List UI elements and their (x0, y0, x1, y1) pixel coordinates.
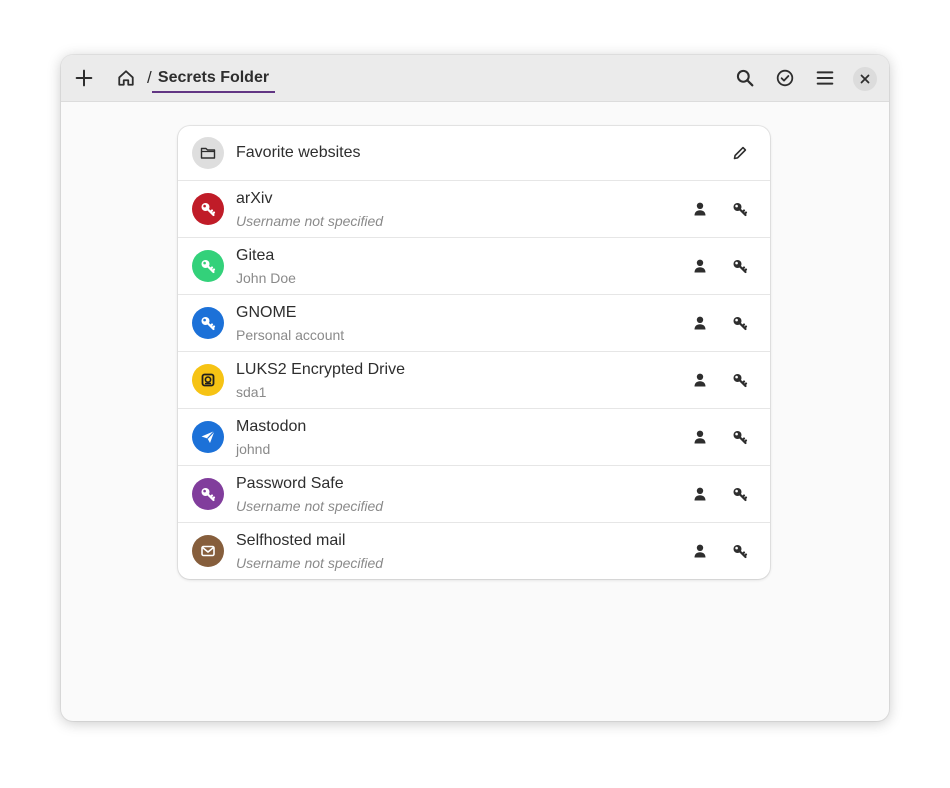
key-icon (201, 317, 216, 331)
close-window-button[interactable] (853, 67, 877, 91)
folder-row[interactable]: Favorite websites (178, 126, 770, 181)
selection-mode-button[interactable] (769, 62, 801, 94)
entry-avatar (192, 364, 224, 396)
copy-password-button[interactable] (728, 311, 752, 335)
entry-avatar (192, 193, 224, 225)
copy-username-button[interactable] (688, 482, 712, 506)
entry-title: arXiv (236, 190, 273, 207)
copy-password-button[interactable] (728, 425, 752, 449)
key-icon (733, 203, 748, 217)
person-icon (694, 373, 706, 387)
entry-title: Gitea (236, 247, 275, 264)
entry-subtitle: Personal account (236, 327, 345, 343)
pencil-icon (733, 146, 747, 160)
entry-row[interactable]: arXiv Username not specified (178, 181, 770, 238)
copy-username-button[interactable] (688, 425, 712, 449)
app-window: / Secrets Folder Favorite websites arXiv… (61, 55, 889, 721)
entry-row[interactable]: Mastodon johnd (178, 409, 770, 466)
person-icon (694, 544, 706, 558)
entry-title: Password Safe (236, 475, 344, 492)
entry-subtitle: Username not specified (236, 555, 384, 571)
person-icon (694, 316, 706, 330)
main-menu-button[interactable] (809, 62, 841, 94)
key-icon (201, 488, 216, 502)
key-icon (733, 317, 748, 331)
entry-row[interactable]: Selfhosted mail Username not specified (178, 523, 770, 579)
copy-username-button[interactable] (688, 311, 712, 335)
edit-folder-button[interactable] (728, 141, 752, 165)
key-icon (733, 431, 748, 445)
home-button[interactable] (110, 62, 142, 94)
header-bar: / Secrets Folder (61, 55, 889, 102)
copy-password-button[interactable] (728, 539, 752, 563)
entry-subtitle: Username not specified (236, 498, 384, 514)
entry-avatar (192, 421, 224, 453)
entry-title: GNOME (236, 304, 297, 321)
entry-avatar (192, 307, 224, 339)
person-icon (694, 259, 706, 273)
entry-row[interactable]: Gitea John Doe (178, 238, 770, 295)
send-icon (201, 430, 215, 443)
copy-password-button[interactable] (728, 197, 752, 221)
entry-row[interactable]: LUKS2 Encrypted Drive sda1 (178, 352, 770, 409)
entry-title: LUKS2 Encrypted Drive (236, 361, 405, 378)
person-icon (694, 487, 706, 501)
entry-avatar (192, 535, 224, 567)
folder-icon (200, 147, 216, 159)
entry-subtitle: sda1 (236, 384, 267, 400)
entry-row[interactable]: Password Safe Username not specified (178, 466, 770, 523)
mail-icon (201, 545, 215, 557)
search-icon (736, 69, 754, 87)
entry-title: Mastodon (236, 418, 307, 435)
person-icon (694, 430, 706, 444)
person-icon (694, 202, 706, 216)
plus-icon (75, 69, 93, 87)
check-circle-icon (776, 69, 794, 87)
copy-username-button[interactable] (688, 254, 712, 278)
copy-password-button[interactable] (728, 482, 752, 506)
folder-avatar (192, 137, 224, 169)
key-icon (201, 203, 216, 217)
entry-avatar (192, 478, 224, 510)
search-button[interactable] (729, 62, 761, 94)
key-icon (733, 374, 748, 388)
entry-subtitle: John Doe (236, 270, 296, 286)
entry-avatar (192, 250, 224, 282)
entry-row[interactable]: GNOME Personal account (178, 295, 770, 352)
entry-subtitle: Username not specified (236, 213, 384, 229)
entry-title: Selfhosted mail (236, 532, 346, 549)
new-item-button[interactable] (68, 62, 100, 94)
key-icon (201, 260, 216, 274)
drive-icon (201, 373, 215, 387)
page-title[interactable]: Secrets Folder (152, 67, 275, 93)
entries-list: Favorite websites arXiv Username not spec… (178, 126, 770, 579)
copy-username-button[interactable] (688, 368, 712, 392)
copy-password-button[interactable] (728, 368, 752, 392)
key-icon (733, 545, 748, 559)
key-icon (733, 260, 748, 274)
copy-username-button[interactable] (688, 197, 712, 221)
entry-subtitle: johnd (236, 441, 271, 457)
copy-password-button[interactable] (728, 254, 752, 278)
key-icon (733, 488, 748, 502)
copy-username-button[interactable] (688, 539, 712, 563)
home-icon (118, 70, 134, 86)
hamburger-menu-icon (816, 71, 834, 85)
folder-name: Favorite websites (236, 144, 361, 161)
close-icon (860, 74, 870, 84)
